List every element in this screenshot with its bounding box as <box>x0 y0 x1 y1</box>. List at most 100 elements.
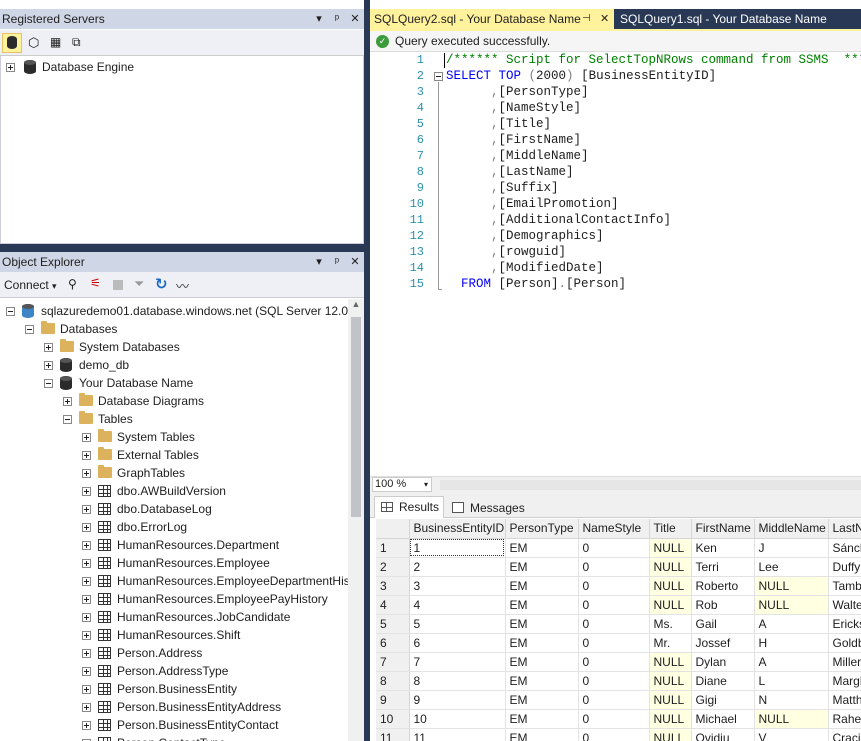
tree-node-folder[interactable]: External Tables <box>0 446 348 464</box>
grid-cell[interactable]: EM <box>505 671 579 691</box>
grid-cell[interactable]: NULL <box>649 728 692 741</box>
tree-node-table[interactable]: HumanResources.EmployeePayHistory <box>0 590 348 608</box>
tree-node-table[interactable]: Person.BusinessEntityContact <box>0 716 348 734</box>
row-number[interactable]: 6 <box>376 633 410 653</box>
grid-cell[interactable]: NULL <box>754 576 829 596</box>
expand-icon[interactable] <box>82 523 91 532</box>
expand-icon[interactable] <box>82 649 91 658</box>
grid-cell[interactable]: Gail <box>691 614 755 634</box>
grid-cell[interactable]: A <box>754 652 829 672</box>
grid-cell[interactable]: NULL <box>754 595 829 615</box>
tab-results[interactable]: Results <box>374 496 444 518</box>
expand-icon[interactable] <box>82 721 91 730</box>
grid-cell[interactable]: Lee <box>754 557 829 577</box>
expand-icon[interactable] <box>44 343 53 352</box>
grid-cell[interactable]: Diane <box>691 671 755 691</box>
code-editor[interactable]: 1 2 3 4 5 6 7 8 9 10 11 12 13 14 15 /****** Script for… <box>370 52 861 476</box>
tree-node-table[interactable]: dbo.ErrorLog <box>0 518 348 536</box>
grid-cell[interactable]: EM <box>505 728 579 741</box>
expand-icon[interactable] <box>82 595 91 604</box>
grid-cell[interactable]: EM <box>505 576 579 596</box>
grid-cell[interactable]: 7 <box>409 652 506 672</box>
row-number[interactable]: 3 <box>376 576 410 596</box>
close-icon[interactable]: ✕ <box>350 252 360 272</box>
grid-cell[interactable]: EM <box>505 690 579 710</box>
close-icon[interactable]: ✕ <box>600 9 609 29</box>
close-icon[interactable]: ✕ <box>350 9 360 29</box>
grid-cell[interactable]: Margh <box>828 671 861 691</box>
expand-icon[interactable] <box>82 613 91 622</box>
grid-cell[interactable]: 8 <box>409 671 506 691</box>
tree-node-folder[interactable]: GraphTables <box>0 464 348 482</box>
expand-icon[interactable] <box>82 505 91 514</box>
grid-cell[interactable]: 5 <box>409 614 506 634</box>
grid-cell[interactable]: Tamb <box>828 576 861 596</box>
grid-cell[interactable]: Dylan <box>691 652 755 672</box>
grid-cell[interactable]: EM <box>505 709 579 729</box>
grid-cell[interactable]: 0 <box>578 690 650 710</box>
analysis-services-icon[interactable]: ⬡ <box>28 35 39 51</box>
activity-monitor-icon[interactable]: 〰 <box>176 276 189 295</box>
grid-cell[interactable]: Rahee <box>828 709 861 729</box>
stop-icon[interactable] <box>113 280 123 290</box>
grid-cell[interactable]: Rob <box>691 595 755 615</box>
grid-cell[interactable]: EM <box>505 633 579 653</box>
collapse-icon[interactable] <box>44 379 53 388</box>
column-header[interactable]: LastNa <box>828 519 861 539</box>
grid-cell[interactable]: Miller <box>828 652 861 672</box>
filter-icon[interactable]: ⏷ <box>134 276 144 292</box>
grid-cell[interactable]: 0 <box>578 557 650 577</box>
zoom-select[interactable]: 100 % ▾ <box>372 477 432 492</box>
row-number[interactable]: 7 <box>376 652 410 672</box>
grid-cell[interactable]: EM <box>505 538 579 558</box>
grid-cell[interactable]: A <box>754 614 829 634</box>
grid-cell[interactable]: 0 <box>578 614 650 634</box>
tree-node-db[interactable]: demo_db <box>0 356 348 374</box>
tree-node-folder[interactable]: System Tables <box>0 428 348 446</box>
grid-cell[interactable]: Terri <box>691 557 755 577</box>
tree-node-table[interactable]: Person.Address <box>0 644 348 662</box>
expand-icon[interactable] <box>82 541 91 550</box>
tree-node-table[interactable]: Person.BusinessEntityAddress <box>0 698 348 716</box>
grid-cell[interactable]: Craciu <box>828 728 861 741</box>
tree-node-table[interactable]: Person.BusinessEntity <box>0 680 348 698</box>
row-number[interactable]: 4 <box>376 595 410 615</box>
grid-cell[interactable]: 11 <box>409 728 506 741</box>
collapse-icon[interactable] <box>6 307 15 316</box>
grid-cell[interactable]: NULL <box>649 671 692 691</box>
expand-icon[interactable] <box>82 667 91 676</box>
row-number[interactable]: 11 <box>376 728 410 741</box>
grid-cell[interactable]: NULL <box>649 690 692 710</box>
grid-cell[interactable]: Ovidiu <box>691 728 755 741</box>
grid-cell[interactable]: Jossef <box>691 633 755 653</box>
grid-cell[interactable]: EM <box>505 614 579 634</box>
table-row[interactable]: 7 7 EM 0 NULL Dylan A Miller <box>376 652 861 672</box>
grid-cell[interactable]: EM <box>505 557 579 577</box>
connect-button[interactable]: Connect ▾ <box>4 278 57 292</box>
grid-cell[interactable]: L <box>754 671 829 691</box>
scrollbar-thumb[interactable] <box>351 317 361 517</box>
grid-cell[interactable]: 6 <box>409 633 506 653</box>
tree-node-table[interactable]: HumanResources.Shift <box>0 626 348 644</box>
row-number[interactable]: 5 <box>376 614 410 634</box>
table-row[interactable]: 11EM0NULLKenJSánch <box>376 538 861 558</box>
grid-cell[interactable]: Gigi <box>691 690 755 710</box>
grid-cell[interactable]: NULL <box>649 557 692 577</box>
grid-cell[interactable]: Matth <box>828 690 861 710</box>
column-header[interactable] <box>376 519 410 539</box>
collapse-icon[interactable] <box>25 325 34 334</box>
expand-icon[interactable] <box>82 577 91 586</box>
tree-node-folder[interactable]: Databases <box>0 320 348 338</box>
grid-cell[interactable]: 0 <box>578 595 650 615</box>
left-horizontal-splitter[interactable] <box>0 244 364 252</box>
tree-node-table[interactable]: HumanResources.Department <box>0 536 348 554</box>
grid-cell[interactable]: Goldb <box>828 633 861 653</box>
grid-cell[interactable]: 0 <box>578 576 650 596</box>
row-number[interactable]: 10 <box>376 709 410 729</box>
grid-cell[interactable]: N <box>754 690 829 710</box>
dropdown-icon[interactable]: ▾ <box>314 252 324 272</box>
tab-sqlquery1[interactable]: SQLQuery1.sql - Your Database Name <box>616 9 861 29</box>
tab-sqlquery2[interactable]: SQLQuery2.sql - Your Database Name ⊣ ✕ <box>370 9 614 29</box>
row-number[interactable]: 2 <box>376 557 410 577</box>
grid-cell[interactable]: EM <box>505 595 579 615</box>
